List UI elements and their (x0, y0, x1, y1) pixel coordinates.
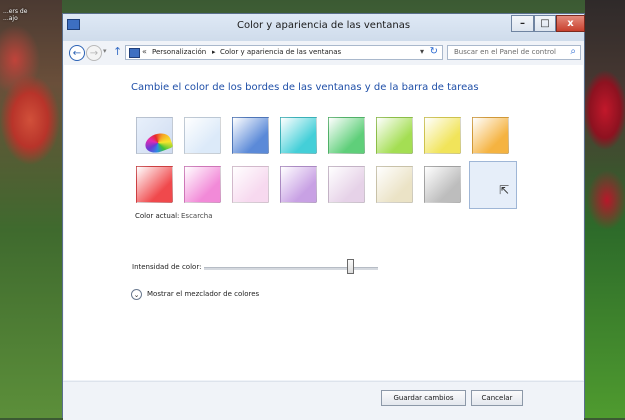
up-arrow-icon[interactable]: ↑ (113, 45, 122, 58)
breadcrumb-arrow-icon[interactable]: ▸ (212, 48, 216, 56)
address-bar[interactable]: « Personalización ▸ Color y apariencia d… (125, 45, 443, 60)
color-swatch[interactable] (184, 166, 221, 203)
desktop-background-right (585, 0, 625, 418)
color-swatch[interactable] (232, 117, 269, 154)
main-content: Cambie el color de los bordes de las ven… (64, 65, 583, 380)
color-swatch[interactable] (376, 117, 413, 154)
page-heading: Cambie el color de los bordes de las ven… (131, 82, 479, 93)
selected-swatch-frame[interactable] (469, 161, 517, 209)
chevron-down-icon[interactable]: ▾ (420, 47, 424, 56)
mouse-cursor-icon: ⇱ (499, 183, 510, 197)
save-changes-button[interactable]: Guardar cambios (381, 390, 466, 406)
search-input[interactable]: Buscar en el Panel de control ⌕ (447, 45, 581, 60)
intensity-slider-thumb[interactable] (347, 259, 354, 274)
color-swatch[interactable] (424, 117, 461, 154)
maximize-button[interactable]: □ (534, 15, 556, 32)
current-color-value: Escarcha (181, 212, 213, 220)
address-overflow-icon[interactable]: « (142, 47, 147, 56)
desktop-icon-label[interactable]: ...ers de ...ajo (3, 8, 37, 22)
minimize-button[interactable]: – (511, 15, 534, 32)
desktop-background-left (0, 0, 62, 418)
color-swatch[interactable] (280, 117, 317, 154)
breadcrumb-personalizacion[interactable]: Personalización (152, 48, 206, 56)
color-swatch[interactable] (232, 166, 269, 203)
navigation-bar: ← → ▾ ↑ « Personalización ▸ Color y apar… (63, 42, 584, 64)
window-title: Color y apariencia de las ventanas (236, 20, 411, 31)
color-swatch[interactable] (136, 117, 174, 156)
intensity-label: Intensidad de color: (132, 263, 202, 271)
refresh-icon[interactable]: ↻ (430, 46, 438, 57)
current-color-label: Color actual: (135, 212, 180, 220)
search-icon[interactable]: ⌕ (570, 46, 576, 57)
chevron-down-icon[interactable]: ⌄ (131, 289, 142, 300)
color-swatch[interactable] (280, 166, 317, 203)
color-swatch[interactable] (328, 117, 365, 154)
back-arrow-icon[interactable]: ← (69, 45, 85, 61)
color-swatch[interactable] (184, 117, 221, 154)
control-panel-icon (129, 48, 140, 58)
control-panel-window: Color y apariencia de las ventanas – □ x… (62, 13, 585, 420)
title-bar[interactable]: Color y apariencia de las ventanas – □ x (63, 14, 585, 41)
color-swatch[interactable] (424, 166, 461, 203)
color-swatch[interactable] (376, 166, 413, 203)
recent-locations-icon[interactable]: ▾ (103, 47, 107, 55)
color-swatch[interactable] (472, 117, 509, 154)
color-palette-icon (142, 130, 174, 156)
close-button[interactable]: x (556, 15, 585, 32)
breadcrumb-color-apariencia[interactable]: Color y apariencia de las ventanas (220, 48, 341, 56)
cancel-button[interactable]: Cancelar (471, 390, 523, 406)
search-placeholder: Buscar en el Panel de control (454, 48, 556, 56)
color-swatch[interactable] (136, 166, 173, 203)
forward-arrow-icon[interactable]: → (86, 45, 102, 61)
dialog-footer: Guardar cambios Cancelar (63, 381, 584, 420)
show-color-mixer-link[interactable]: Mostrar el mezclador de colores (147, 290, 259, 298)
color-swatch[interactable] (328, 166, 365, 203)
